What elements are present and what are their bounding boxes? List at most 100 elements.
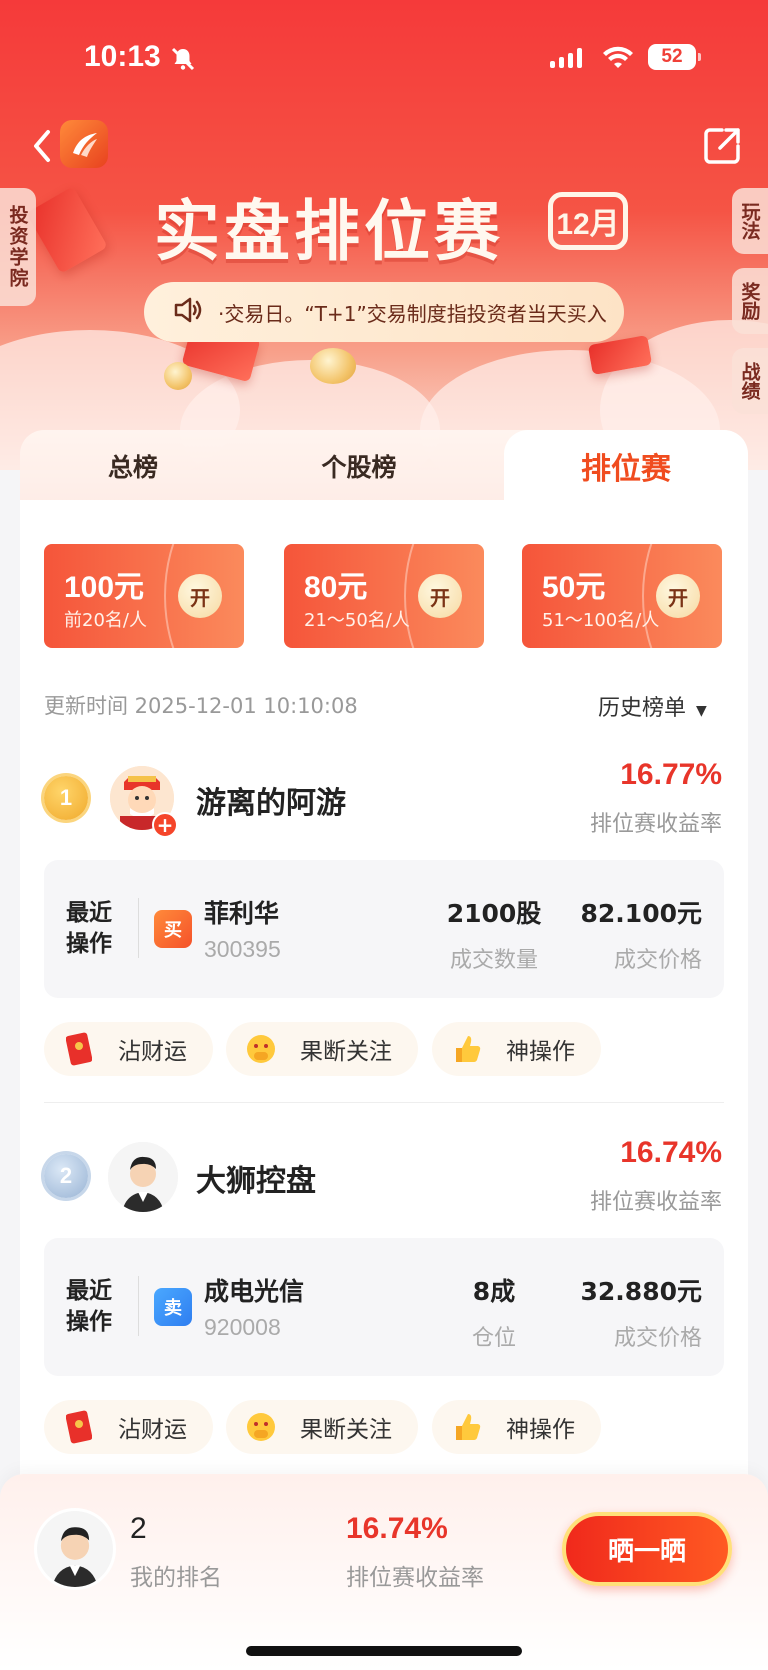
reaction-label: 沾财运 <box>118 1039 187 1065</box>
open-button[interactable]: 开 <box>656 574 700 618</box>
my-rank-label: 我的排名 <box>130 1565 222 1591</box>
recent-operation[interactable]: 最近操作 买 菲利华 300395 2100股 成交数量 82.100元 成交价… <box>44 860 724 998</box>
speaker-icon <box>172 296 204 329</box>
return-rate: 16.74% <box>620 1136 722 1169</box>
side-tab-rules[interactable]: 玩法 <box>732 188 768 254</box>
ticker-text: ·交易日。“T+1”交易制度指投资者当天买入 <box>218 301 607 326</box>
reaction-label: 神操作 <box>506 1039 575 1065</box>
prize-amount: 80元 <box>304 571 368 604</box>
tab-overall[interactable]: 总榜 <box>20 430 246 502</box>
stock-code: 920008 <box>204 1314 281 1340</box>
price-value: 32.880元 <box>580 1277 702 1306</box>
reaction-great[interactable]: 神操作 <box>432 1022 601 1076</box>
reaction-label: 沾财运 <box>118 1417 187 1443</box>
divider <box>138 1276 139 1336</box>
tab-ranking-match[interactable]: 排位赛 <box>504 430 748 502</box>
my-return-rate: 16.74% <box>346 1512 448 1545</box>
history-label: 历史榜单 <box>598 696 687 721</box>
bell-muted-icon <box>170 46 196 76</box>
trade-price: 82.100元 成交价格 <box>581 894 702 974</box>
price-value: 82.100元 <box>580 899 702 928</box>
price-label: 成交价格 <box>613 1326 702 1351</box>
divider <box>44 1102 724 1103</box>
show-off-button[interactable]: 晒一晒 <box>562 1512 732 1586</box>
back-icon[interactable] <box>28 128 58 164</box>
status-bar: 10:13 52 <box>0 40 768 84</box>
divider <box>138 898 139 958</box>
update-time: 更新时间 2025-12-01 10:10:08 <box>44 694 358 718</box>
quantity-value: 2100股 <box>446 899 542 928</box>
prize-desc: 51～100名/人 <box>542 610 660 631</box>
emoji-fist-icon <box>244 1410 278 1444</box>
user-name[interactable]: 游离的阿游 <box>196 778 346 822</box>
banner-title: 实盘排位赛 <box>154 193 504 270</box>
open-button[interactable]: 开 <box>178 574 222 618</box>
side-tab-rewards[interactable]: 奖励 <box>732 268 768 334</box>
clock: 10:13 <box>84 40 161 73</box>
wifi-icon <box>602 46 634 74</box>
cellular-signal-icon <box>550 48 582 68</box>
prize-card[interactable]: 100元 前20名/人 开 <box>44 544 244 648</box>
return-rate-label: 排位赛收益率 <box>589 1190 722 1215</box>
reaction-lucky[interactable]: 沾财运 <box>44 1022 213 1076</box>
recent-operation-title: 最近操作 <box>66 1278 112 1335</box>
reaction-follow[interactable]: 果断关注 <box>226 1400 418 1454</box>
price-label: 成交价格 <box>613 948 702 973</box>
tab-bar: 总榜 个股榜 排位赛 <box>20 430 748 502</box>
prize-amount: 50元 <box>542 571 606 604</box>
prize-amount: 100元 <box>64 571 145 604</box>
avatar[interactable] <box>108 1142 178 1212</box>
recent-operation[interactable]: 最近操作 卖 成电光信 920008 8成 仓位 32.880元 成交价格 <box>44 1238 724 1376</box>
reaction-label: 果断关注 <box>300 1039 392 1065</box>
position-label: 仓位 <box>471 1326 516 1351</box>
month-badge: 12月 <box>548 192 628 250</box>
stock-code: 300395 <box>204 936 281 962</box>
share-icon[interactable] <box>700 124 744 168</box>
rank-number: 1 <box>59 785 73 810</box>
position-size: 8成 仓位 <box>404 1272 584 1352</box>
return-rate: 16.77% <box>620 758 722 791</box>
recent-operation-title: 最近操作 <box>66 900 112 957</box>
coin-decoration <box>310 348 356 384</box>
side-tab-record[interactable]: 战绩 <box>732 348 768 414</box>
sell-badge: 卖 <box>154 1288 192 1326</box>
prize-card[interactable]: 80元 21～50名/人 开 <box>284 544 484 648</box>
reaction-great[interactable]: 神操作 <box>432 1400 601 1454</box>
caret-down-icon: ▼ <box>696 703 707 719</box>
tab-stock[interactable]: 个股榜 <box>246 430 472 502</box>
home-indicator <box>246 1646 522 1656</box>
app-logo <box>60 120 108 168</box>
thumbs-up-icon <box>450 1410 484 1444</box>
return-rate-label: 排位赛收益率 <box>589 812 722 837</box>
side-tab-academy[interactable]: 投资学院 <box>0 188 36 306</box>
trade-price: 32.880元 成交价格 <box>581 1272 702 1352</box>
stock-name: 成电光信 <box>204 1277 305 1306</box>
reaction-lucky[interactable]: 沾财运 <box>44 1400 213 1454</box>
red-envelope-decoration <box>26 186 108 274</box>
history-dropdown[interactable]: 历史榜单 ▼ <box>598 690 707 722</box>
prize-desc: 前20名/人 <box>64 610 147 631</box>
red-envelope-icon <box>62 1032 96 1066</box>
open-button[interactable]: 开 <box>418 574 462 618</box>
battery-indicator: 52 <box>648 44 701 70</box>
follow-plus-icon[interactable]: + <box>152 812 178 838</box>
rank-number: 2 <box>59 1163 73 1188</box>
gold-medal-icon: 1 <box>44 776 88 820</box>
reaction-label: 果断关注 <box>300 1417 392 1443</box>
stock-name: 菲利华 <box>204 899 280 928</box>
user-name[interactable]: 大狮控盘 <box>196 1156 316 1200</box>
my-avatar[interactable] <box>34 1508 116 1590</box>
trade-quantity: 2100股 成交数量 <box>404 894 584 974</box>
emoji-fist-icon <box>244 1032 278 1066</box>
quantity-label: 成交数量 <box>449 948 538 973</box>
thumbs-up-icon <box>450 1032 484 1066</box>
coin-decoration <box>164 362 192 390</box>
red-envelope-icon <box>62 1410 96 1444</box>
news-ticker[interactable]: ·交易日。“T+1”交易制度指投资者当天买入 <box>144 282 624 342</box>
reaction-follow[interactable]: 果断关注 <box>226 1022 418 1076</box>
my-return-rate-label: 排位赛收益率 <box>346 1565 484 1591</box>
prize-desc: 21～50名/人 <box>304 610 410 631</box>
prize-card[interactable]: 50元 51～100名/人 开 <box>522 544 722 648</box>
silver-medal-icon: 2 <box>44 1154 88 1198</box>
my-rank-value: 2 <box>130 1512 147 1545</box>
